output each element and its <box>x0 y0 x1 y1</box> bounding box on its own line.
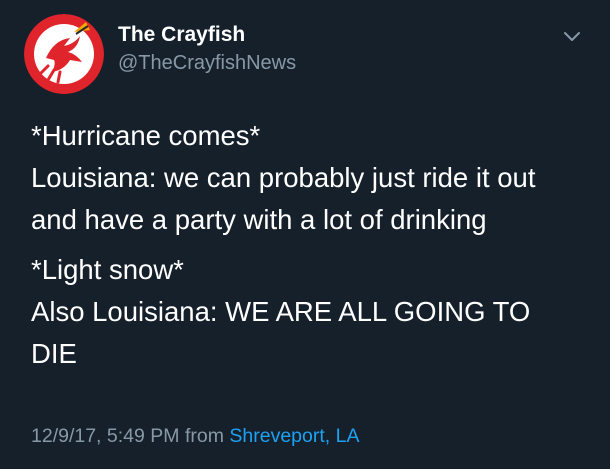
tweet-card: The Crayfish @TheCrayfishNews *Hurricane… <box>0 0 610 469</box>
tweet-text-line: DIE <box>31 338 77 369</box>
user-handle[interactable]: @TheCrayfishNews <box>118 50 296 76</box>
tweet-text: *Hurricane comes* Louisiana: we can prob… <box>31 115 591 375</box>
crayfish-logo-icon <box>24 14 104 94</box>
tweet-paragraph: *Hurricane comes* Louisiana: we can prob… <box>31 115 591 241</box>
author-block[interactable]: The Crayfish @TheCrayfishNews <box>118 22 296 76</box>
tweet-meta: 12/9/17, 5:49 PM from Shreveport, LA <box>31 423 359 449</box>
from-label: from <box>184 425 224 447</box>
avatar[interactable] <box>24 14 104 94</box>
tweet-paragraph: *Light snow* Also Louisiana: WE ARE ALL … <box>31 249 591 375</box>
tweet-text-line: Also Louisiana: WE ARE ALL GOING TO <box>31 296 531 327</box>
tweet-timestamp[interactable]: 12/9/17, 5:49 PM <box>31 425 180 447</box>
location-link[interactable]: Shreveport, LA <box>229 425 359 447</box>
tweet-text-line: *Light snow* <box>31 254 184 285</box>
tweet-text-line: *Hurricane comes* <box>31 120 261 151</box>
tweet-text-line: Louisiana: we can probably just ride it … <box>31 162 536 193</box>
chevron-down-icon[interactable] <box>562 30 582 44</box>
display-name[interactable]: The Crayfish <box>118 22 296 48</box>
tweet-text-line: and have a party with a lot of drinking <box>31 204 487 235</box>
